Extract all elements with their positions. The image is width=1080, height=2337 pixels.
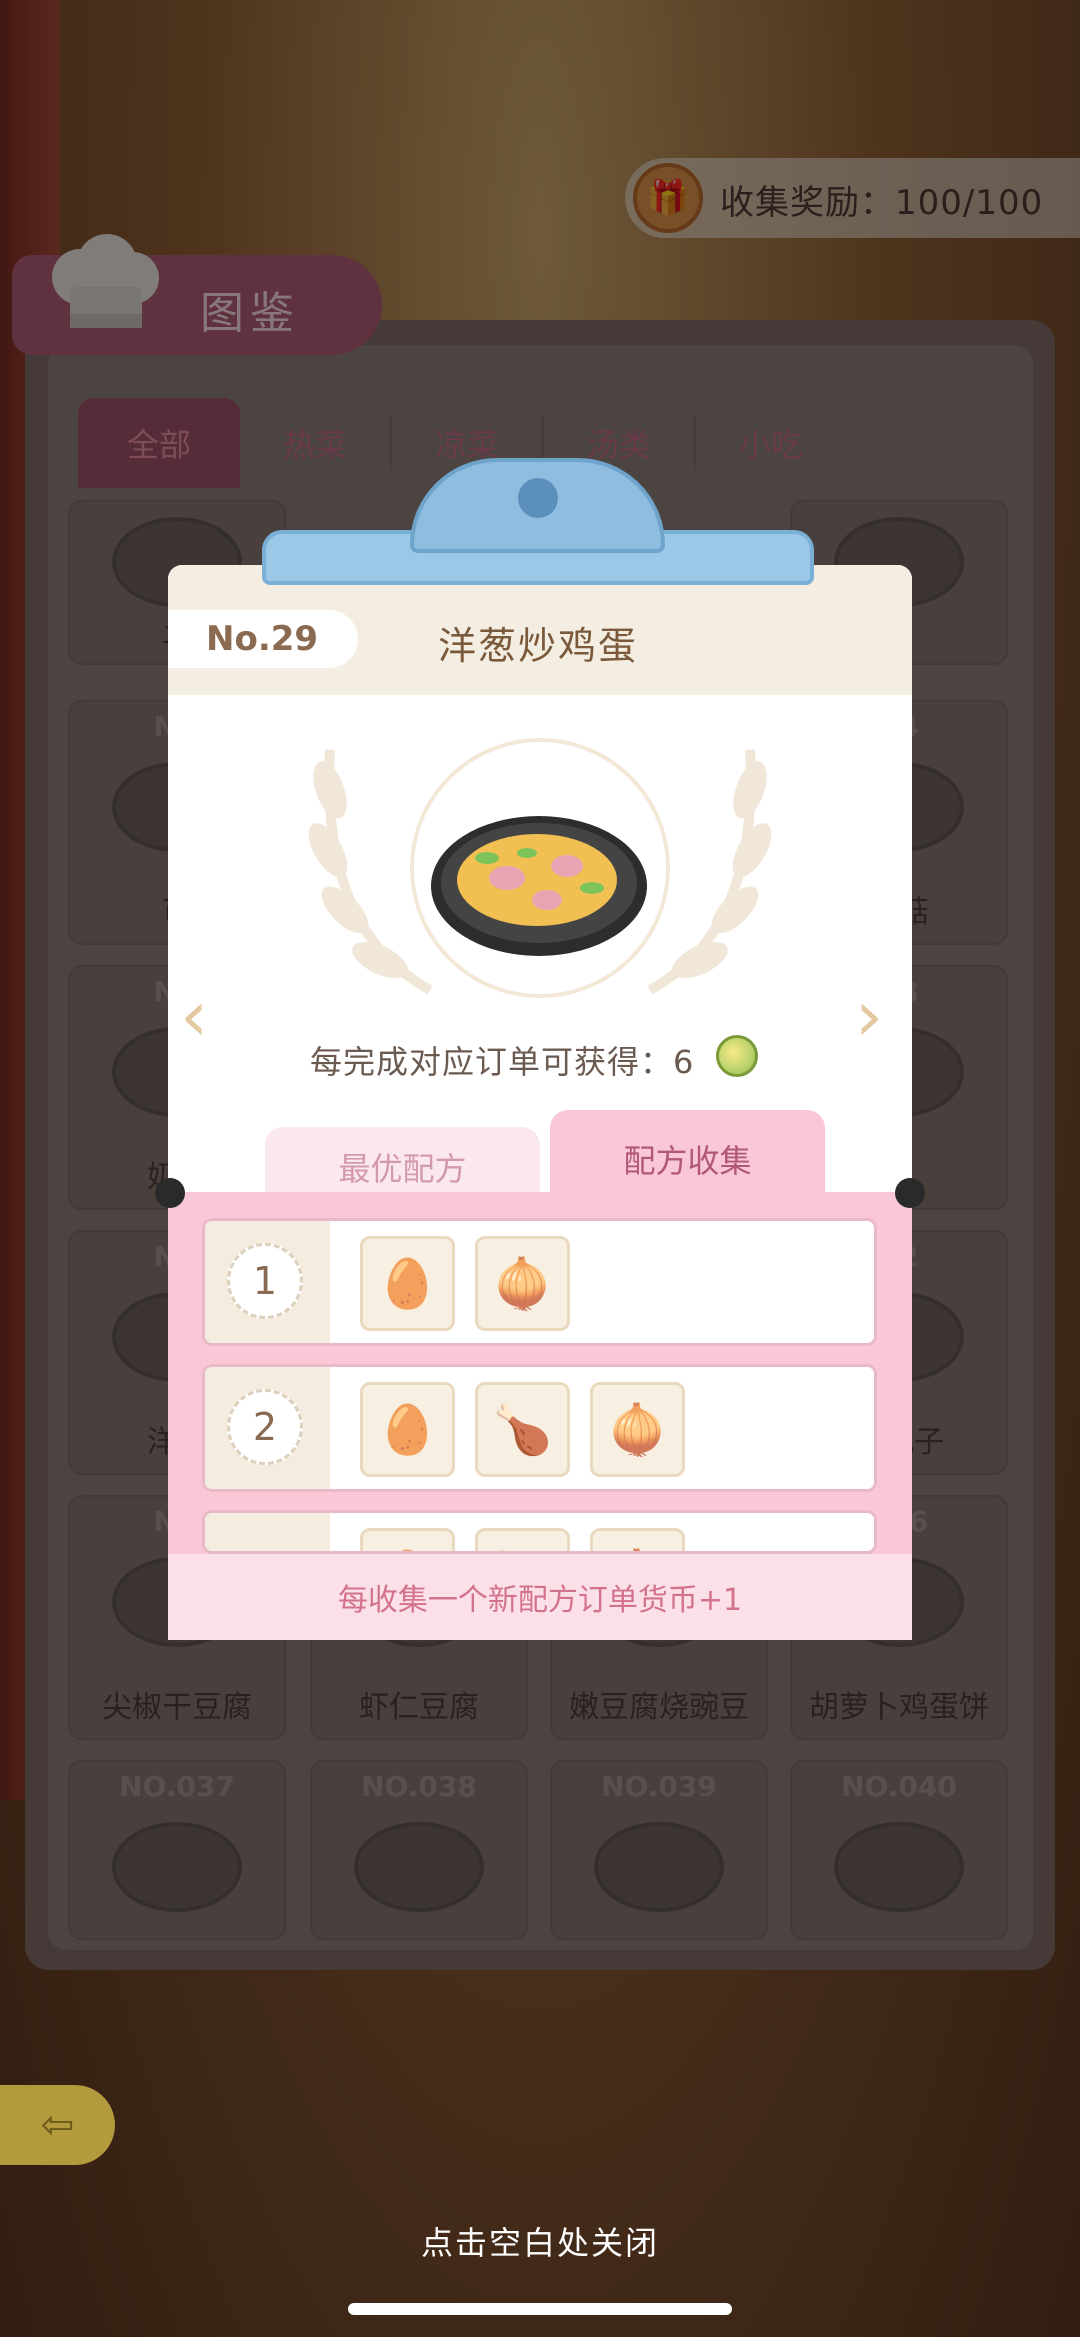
recipe-row[interactable]: 🥚 🍗 🧅: [202, 1510, 877, 1554]
recipe-index: 1: [227, 1243, 303, 1319]
back-arrow-icon: ⇦: [40, 2102, 75, 2148]
recipe-index: 2: [227, 1389, 303, 1465]
egg-icon: 🥚: [360, 1528, 455, 1551]
chicken-leg-icon: 🍗: [475, 1528, 570, 1551]
home-indicator[interactable]: [348, 2303, 732, 2315]
recipe-index-bg: [205, 1513, 330, 1551]
egg-icon: 🥚: [360, 1236, 455, 1331]
dish-number-badge: No.29: [168, 610, 358, 668]
recipe-row[interactable]: 1 🥚 🧅: [202, 1218, 877, 1346]
order-reward-text: 每完成对应订单可获得：6: [310, 1043, 695, 1081]
panel-notch: [895, 1178, 925, 1208]
dish-title: 洋葱炒鸡蛋: [438, 624, 639, 668]
next-dish-arrow[interactable]: ›: [855, 975, 883, 1057]
close-hint[interactable]: 点击空白处关闭: [0, 2218, 1080, 2264]
recipe-row[interactable]: 2 🥚 🍗 🧅: [202, 1364, 877, 1492]
panel-notch: [155, 1178, 185, 1208]
onion-icon: 🧅: [590, 1528, 685, 1551]
side-menu-button[interactable]: ⇦: [0, 2085, 115, 2165]
collection-tip: 每收集一个新配方订单货币+1: [168, 1554, 912, 1640]
egg-icon: 🥚: [360, 1382, 455, 1477]
onion-icon: 🧅: [590, 1382, 685, 1477]
clip-hole: [518, 478, 558, 518]
dish-image: [431, 816, 647, 956]
coin-icon: [716, 1035, 758, 1077]
onion-icon: 🧅: [475, 1236, 570, 1331]
chicken-leg-icon: 🍗: [475, 1382, 570, 1477]
previous-dish-arrow[interactable]: ‹: [180, 975, 208, 1057]
